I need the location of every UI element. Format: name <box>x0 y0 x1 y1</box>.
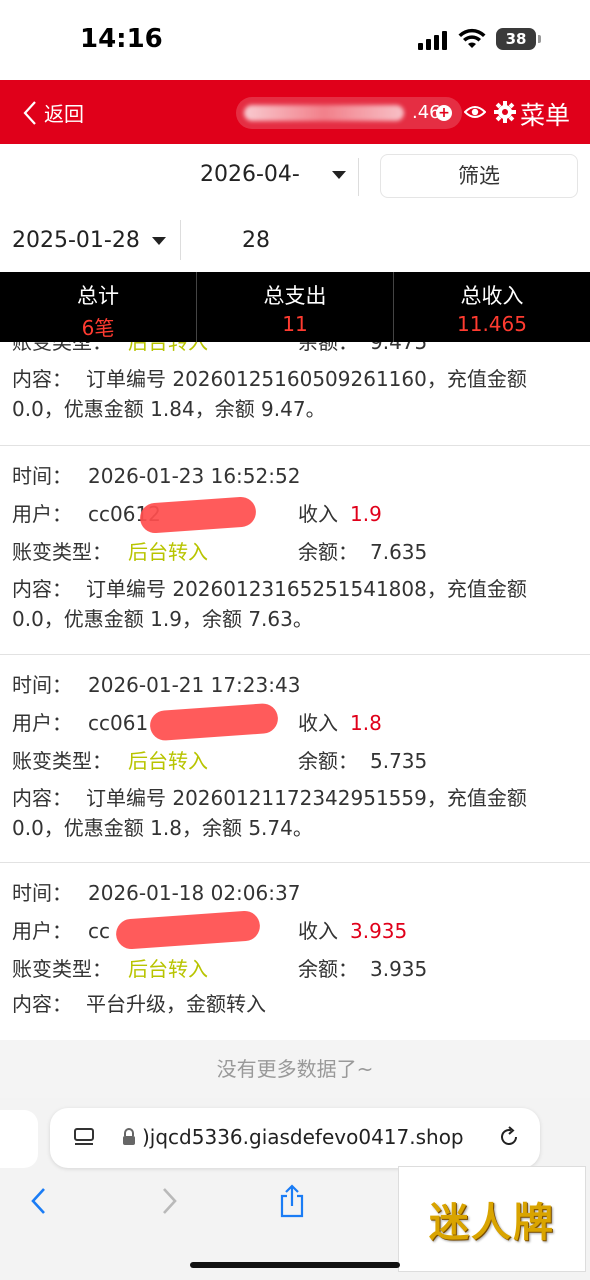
browser-forward-icon[interactable] <box>158 1186 180 1216</box>
record-list[interactable]: 账变类型： 后台转入 余额： 9.475 内容： 订单编号 2026012516050… <box>0 342 590 1040</box>
end-date-select[interactable]: 2026-04- <box>200 162 300 187</box>
balance-pill[interactable]: .46 + <box>236 97 462 129</box>
previous-tab[interactable] <box>0 1110 38 1168</box>
lock-icon <box>123 1128 135 1145</box>
eye-icon[interactable] <box>464 102 486 122</box>
plus-icon[interactable]: + <box>436 105 452 121</box>
redaction-mark <box>149 702 279 742</box>
record-content: 内容： 平台升级，金额转入 <box>12 992 266 1016</box>
address-bar[interactable]: )jqcd5336.giasdefevo0417.shop <box>50 1108 540 1168</box>
list-item: 时间： 2026-01-18 02:06:37 用户： cc 收入 3.935 账变类… <box>0 863 590 1040</box>
start-date-day[interactable]: 28 <box>242 228 270 253</box>
record-user: cc061 <box>88 711 149 735</box>
back-button[interactable]: 返回 <box>22 98 84 127</box>
summary-expense: 总支出 11 <box>197 272 394 342</box>
url-text[interactable]: )jqcd5336.giasdefevo0417.shop <box>142 1125 464 1149</box>
browser-toolbar: )jqcd5336.giasdefevo0417.shop 迷人牌 <box>0 1098 590 1280</box>
filter-button[interactable]: 筛选 <box>380 154 578 198</box>
status-bar: 14:16 38 <box>0 0 590 80</box>
watermark-logo: 迷人牌 <box>398 1166 586 1272</box>
app-header: 返回 .46 + 菜单 <box>0 80 590 144</box>
caret-down-icon[interactable] <box>152 237 166 245</box>
start-date-select[interactable]: 2025-01-28 <box>12 228 140 253</box>
wifi-icon <box>458 28 486 48</box>
reload-icon[interactable] <box>498 1126 520 1148</box>
chevron-left-icon <box>23 100 36 125</box>
summary-bar: 总计 6笔 总支出 11 总收入 11.465 <box>0 272 590 342</box>
list-item: 时间： 2026-01-23 16:52:52 用户： cc0612 收入 1.9 账… <box>0 446 590 655</box>
no-more-data: 没有更多数据了~ <box>0 1040 590 1098</box>
summary-income: 总收入 11.465 <box>457 284 527 336</box>
record-user: cc <box>88 919 110 943</box>
gear-icon[interactable] <box>494 101 516 123</box>
home-indicator <box>190 1262 400 1268</box>
browser-back-icon[interactable] <box>28 1186 50 1216</box>
share-icon[interactable] <box>278 1184 306 1218</box>
status-time: 14:16 <box>80 24 163 54</box>
record-content: 内容： 订单编号 20260123165251541808，充值金额 0.0，优惠… <box>12 577 527 631</box>
record-content: 内容： 订单编号 20260125160509261160，充值金额 0.0，优惠… <box>12 367 527 421</box>
filter-section: 2026-04- 筛选 2025-01-28 28 <box>0 144 590 272</box>
divider <box>180 220 181 260</box>
divider <box>358 158 359 196</box>
summary-total: 总计 6笔 <box>0 272 197 342</box>
back-label: 返回 <box>44 102 84 126</box>
caret-down-icon[interactable] <box>332 171 346 179</box>
menu-button[interactable]: 菜单 <box>520 96 570 132</box>
redaction-mark <box>115 910 261 950</box>
cellular-signal-icon <box>418 30 447 50</box>
battery-icon: 38 <box>496 28 541 50</box>
list-item: 时间： 2026-01-21 17:23:43 用户： cc061 收入 1.8 账变… <box>0 655 590 863</box>
list-item: 账变类型： 后台转入 余额： 9.475 内容： 订单编号 2026012516050… <box>0 342 590 446</box>
blurred-balance <box>244 105 404 121</box>
page-menu-icon[interactable] <box>74 1128 94 1148</box>
record-content: 内容： 订单编号 20260121172342951559，充值金额 0.0，优惠… <box>12 786 527 840</box>
